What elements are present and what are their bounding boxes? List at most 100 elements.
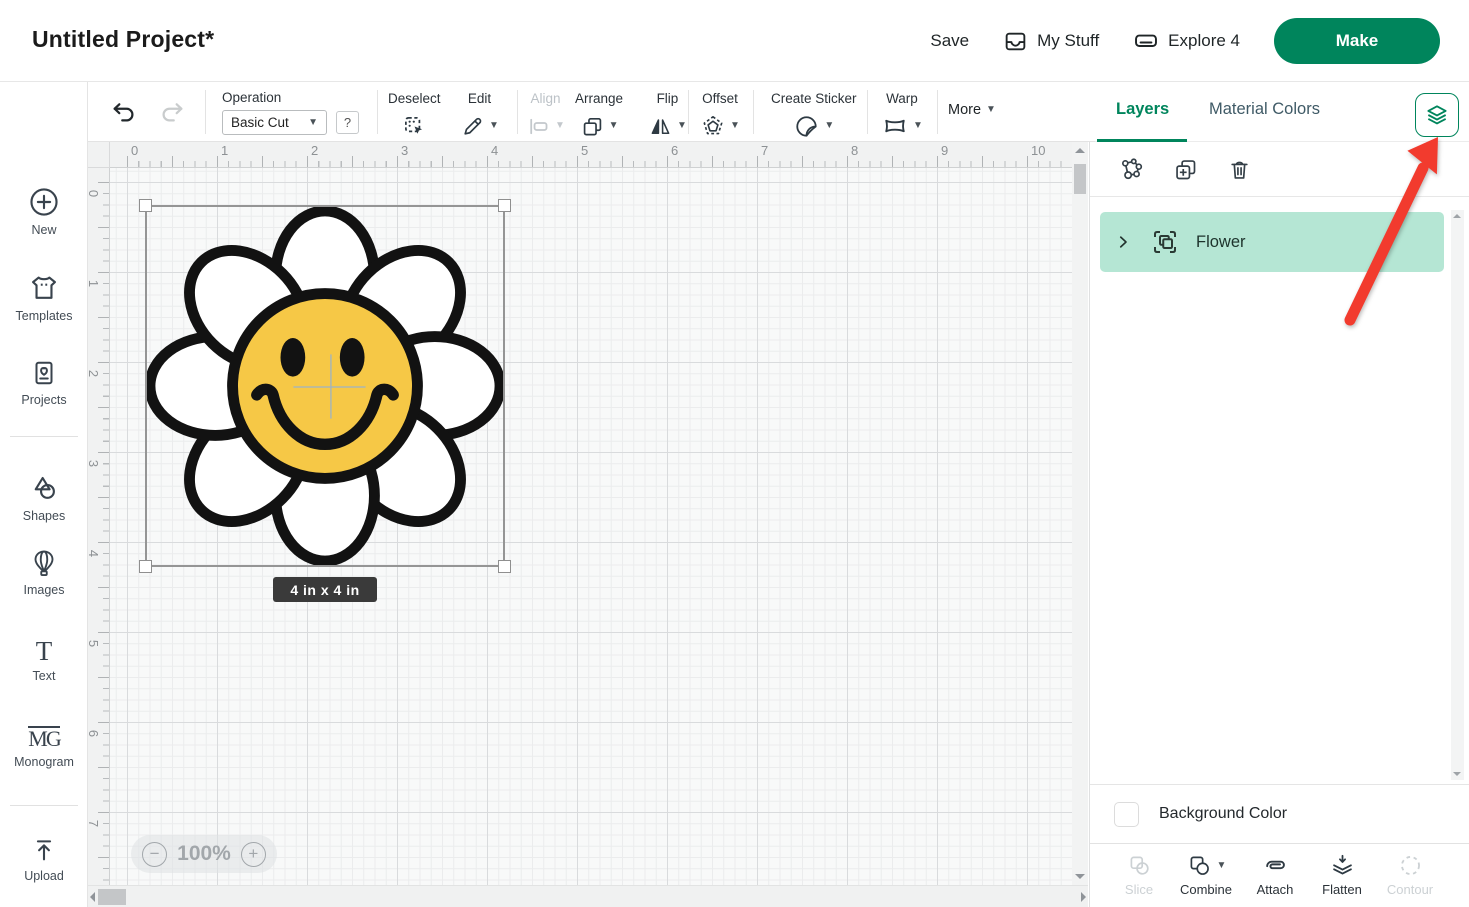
edit-label: Edit	[468, 91, 491, 109]
toolbar-separator	[205, 90, 206, 134]
offset-pentagon-icon	[700, 113, 726, 139]
create-sticker-button[interactable]: Create Sticker ▼	[771, 91, 857, 139]
vertical-scrollbar[interactable]	[1072, 142, 1088, 885]
sidebar-divider	[10, 436, 78, 437]
background-color-checkbox[interactable]	[1114, 802, 1139, 827]
align-button[interactable]: Align ▼	[526, 91, 565, 139]
arrange-layers-icon	[580, 114, 605, 139]
operation-select[interactable]: Basic Cut ▼	[222, 110, 327, 135]
selection-handle-ne[interactable]	[498, 199, 511, 212]
scroll-left-arrow[interactable]	[90, 892, 95, 902]
more-label: More	[948, 102, 981, 118]
group-button[interactable]	[1118, 156, 1145, 183]
duplicate-button[interactable]	[1172, 156, 1199, 183]
arrange-button[interactable]: Arrange ▼	[575, 91, 623, 139]
combine-icon	[1186, 852, 1213, 879]
scroll-up-arrow[interactable]	[1453, 214, 1461, 218]
undo-button[interactable]	[110, 98, 138, 126]
project-title: Untitled Project*	[32, 26, 214, 53]
offset-button[interactable]: Offset ▼	[700, 91, 740, 139]
my-stuff-label: My Stuff	[1037, 31, 1099, 51]
flower-artwork[interactable]	[147, 207, 503, 565]
ruler-ticks	[127, 156, 1072, 167]
layer-list-scrollbar[interactable]	[1451, 210, 1464, 780]
chevron-down-icon: ▼	[730, 121, 740, 131]
ruler-h-label: 8	[851, 143, 858, 158]
design-canvas[interactable]: 0 1 2 3 4 5 6 7 8 9 10 0 1 2 3 4 5 6 7	[88, 142, 1088, 907]
slice-button[interactable]: Slice	[1108, 852, 1170, 897]
flatten-icon	[1329, 852, 1356, 879]
sidebar-item-monogram[interactable]: MG Monogram	[0, 726, 88, 769]
sidebar-divider	[10, 805, 78, 806]
operation-label: Operation	[222, 90, 281, 105]
edit-button[interactable]: Edit ▼	[460, 91, 499, 139]
flip-label: Flip	[657, 91, 679, 109]
horizontal-scroll-thumb[interactable]	[98, 889, 126, 905]
redo-button[interactable]	[158, 98, 186, 126]
left-sidebar: New Templates Projects Shapes	[0, 82, 88, 907]
sidebar-item-text[interactable]: T Text	[0, 638, 88, 683]
selection-handle-se[interactable]	[498, 560, 511, 573]
ruler-h-label: 5	[581, 143, 588, 158]
top-actions: Save My Stuff Explore 4 Make	[930, 0, 1440, 82]
sidebar-item-label: Upload	[24, 869, 64, 883]
ruler-corner	[88, 142, 110, 168]
zoom-in-button[interactable]: +	[241, 842, 266, 867]
new-plus-icon	[28, 186, 60, 218]
sidebar-item-new[interactable]: New	[0, 186, 88, 237]
slice-label: Slice	[1125, 882, 1153, 897]
chevron-down-icon: ▼	[308, 118, 318, 128]
scroll-up-arrow[interactable]	[1075, 148, 1085, 153]
combine-button[interactable]: ▼ Combine	[1175, 852, 1237, 897]
ruler-h-label: 4	[491, 143, 498, 158]
zoom-out-button[interactable]: −	[142, 842, 167, 867]
delete-button[interactable]	[1226, 156, 1253, 183]
layer-row-flower[interactable]: Flower	[1100, 212, 1444, 272]
operation-help-button[interactable]: ?	[336, 111, 359, 134]
sidebar-item-label: Monogram	[14, 755, 74, 769]
make-button[interactable]: Make	[1274, 18, 1440, 64]
horizontal-scrollbar[interactable]	[88, 885, 1088, 907]
warp-icon	[881, 112, 909, 140]
flip-button[interactable]: Flip ▼	[648, 91, 687, 139]
ruler-v-label: 7	[86, 820, 101, 827]
selection-bounding-box[interactable]	[145, 205, 505, 567]
toolbar-separator	[753, 90, 754, 134]
sidebar-item-label: Templates	[16, 309, 73, 323]
undo-icon	[110, 98, 138, 126]
chevron-right-icon[interactable]	[1114, 233, 1132, 251]
tab-material-colors[interactable]: Material Colors	[1209, 100, 1320, 119]
contour-button[interactable]: Contour	[1379, 852, 1441, 897]
sidebar-item-images[interactable]: Images	[0, 548, 88, 597]
chevron-down-icon: ▼	[824, 121, 834, 131]
sidebar-item-upload[interactable]: Upload	[0, 836, 88, 883]
trash-icon	[1226, 156, 1253, 183]
my-stuff-button[interactable]: My Stuff	[1003, 29, 1099, 54]
scroll-right-arrow[interactable]	[1081, 892, 1086, 902]
layers-panel: Layers Material Colors	[1089, 82, 1469, 907]
more-button[interactable]: More ▼	[948, 102, 996, 118]
attach-button[interactable]: Attach	[1244, 852, 1306, 897]
sidebar-item-projects[interactable]: Projects	[0, 358, 88, 407]
selection-handle-nw[interactable]	[139, 199, 152, 212]
warp-button[interactable]: Warp ▼	[881, 91, 923, 139]
sidebar-item-templates[interactable]: Templates	[0, 272, 88, 323]
ruler-h-label: 3	[401, 143, 408, 158]
ruler-v-label: 3	[86, 460, 101, 467]
selection-handle-sw[interactable]	[139, 560, 152, 573]
save-button[interactable]: Save	[930, 31, 969, 51]
sidebar-item-shapes[interactable]: Shapes	[0, 472, 88, 523]
ruler-h-label: 9	[941, 143, 948, 158]
scroll-down-arrow[interactable]	[1453, 772, 1461, 776]
shapes-icon	[28, 472, 60, 504]
align-icon	[526, 114, 551, 139]
scroll-down-arrow[interactable]	[1075, 874, 1085, 879]
explore-machine-button[interactable]: Explore 4	[1133, 28, 1240, 54]
flatten-button[interactable]: Flatten	[1311, 852, 1373, 897]
deselect-button[interactable]: Deselect	[388, 91, 441, 139]
vertical-scroll-thumb[interactable]	[1074, 164, 1086, 194]
layers-panel-toggle-button[interactable]	[1415, 93, 1459, 137]
tab-layers[interactable]: Layers	[1116, 100, 1169, 119]
explore-label: Explore 4	[1168, 31, 1240, 51]
ruler-v-label: 2	[86, 370, 101, 377]
